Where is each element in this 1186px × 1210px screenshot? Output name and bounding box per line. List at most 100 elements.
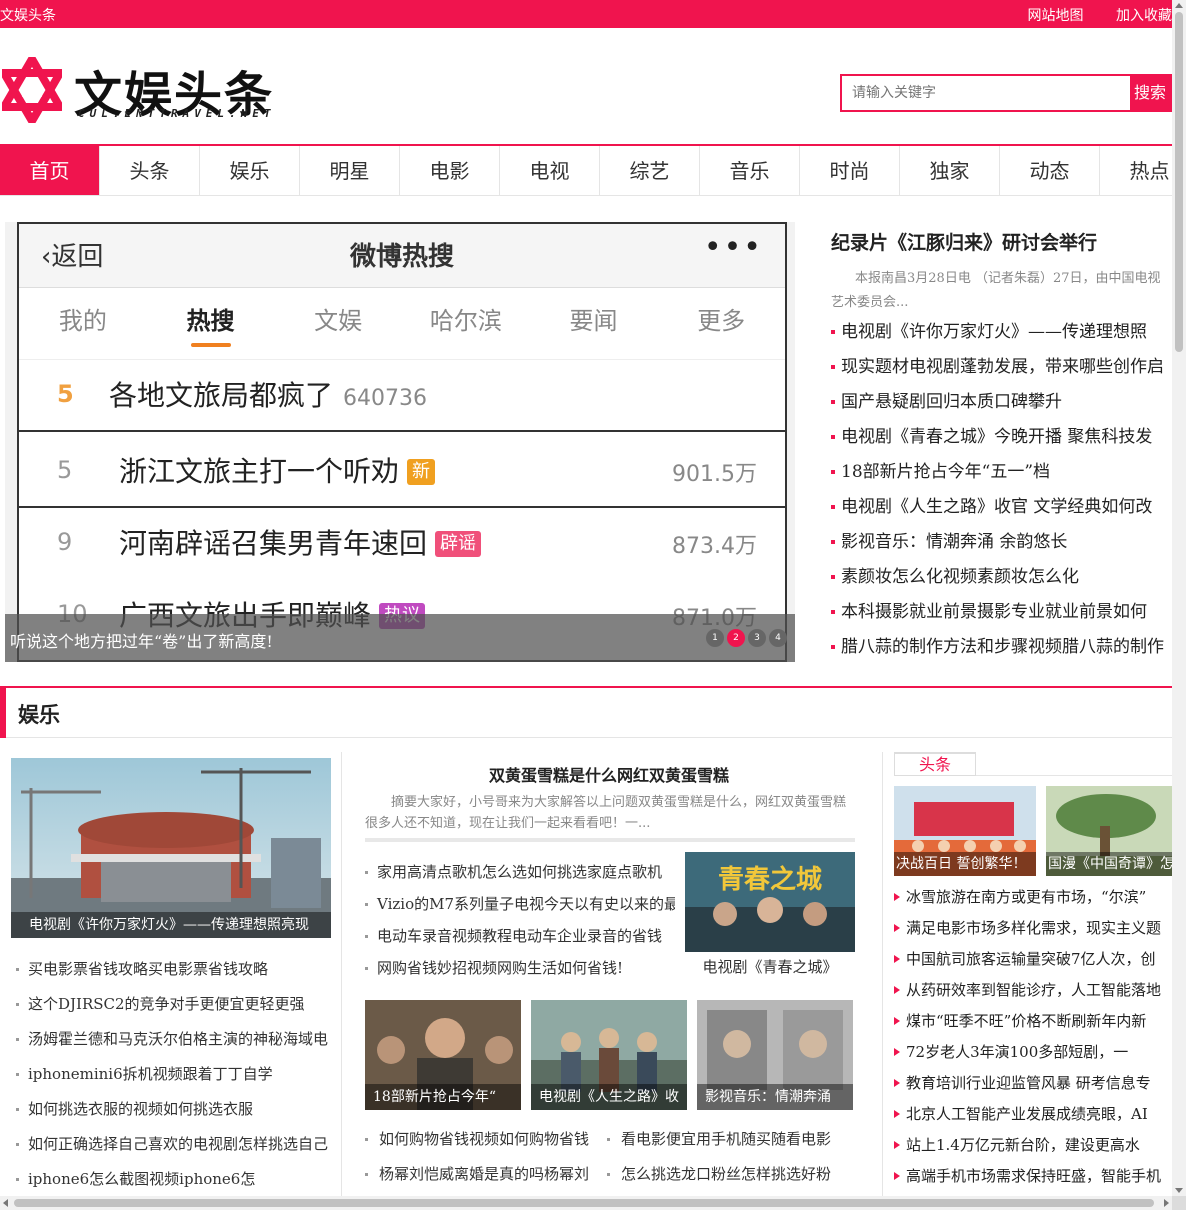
headline-picture[interactable]: 决战百日 誓创繁华！: [894, 786, 1036, 876]
article-pair-row: 杨幂刘恺威离婚是真的吗杨幂刘 怎么挑选龙口粉丝怎样挑选好粉: [365, 1159, 865, 1194]
nav-item-exclusive[interactable]: 独家: [900, 146, 1000, 195]
nav-item-tv[interactable]: 电视: [500, 146, 600, 195]
main-nav: 首页 头条 娱乐 明星 电影 电视 综艺 音乐 时尚 独家 动态 热点: [0, 144, 1172, 196]
list-item[interactable]: 北京人工智能产业发展成绩亮眼，AI: [894, 1099, 1170, 1130]
section-column-left: 电视剧《许你万家灯火》——传递理想照亮现 买电影票省钱攻略买电影票省钱攻略 这个…: [4, 752, 342, 1198]
featured-image[interactable]: 电视剧《许你万家灯火》——传递理想照亮现: [11, 758, 331, 938]
slider-dot-active[interactable]: 2: [727, 629, 745, 647]
list-item[interactable]: 从药研效率到智能诊疗，人工智能落地: [894, 975, 1170, 1006]
hot-rank: 5: [57, 456, 73, 484]
list-item[interactable]: 站上1.4万亿元新台阶，建设更高水: [894, 1130, 1170, 1161]
new-tag: 新: [407, 459, 436, 485]
slider-dot[interactable]: 4: [769, 629, 787, 647]
article-list: 家用高清点歌机怎么选如何挑选家庭点歌机 Vizio的M7系列量子电视今天以有史以…: [365, 856, 675, 984]
phone-tab: 文娱: [314, 307, 363, 335]
slider-dot[interactable]: 3: [748, 629, 766, 647]
article-pairs: 如何购物省钱视频如何购物省钱 看电影便宜用手机随买随看电影 杨幂刘恺威离婚是真的…: [365, 1124, 865, 1194]
list-item[interactable]: 现实题材电视剧蓬勃发展，带来哪些创作启: [831, 353, 1172, 388]
thumbnail-caption: 18部新片抢占今年“: [365, 1084, 521, 1110]
phone-tab-active: 热搜: [147, 288, 275, 359]
horizontal-scrollbar[interactable]: [0, 1196, 1172, 1210]
list-item[interactable]: 国产悬疑剧回归本质口碑攀升: [831, 388, 1172, 423]
top-bar: 文娱头条 网站地图 加入收藏: [0, 0, 1172, 28]
top-site-name[interactable]: 文娱头条: [0, 5, 56, 25]
list-item[interactable]: 家用高清点歌机怎么选如何挑选家庭点歌机: [365, 856, 675, 888]
list-item[interactable]: 18部新片抢占今年“五一”档: [831, 458, 1172, 493]
scroll-down-arrow-icon[interactable]: [1175, 1188, 1183, 1193]
add-favorite-link[interactable]: 加入收藏: [1116, 8, 1172, 24]
list-item[interactable]: 买电影票省钱攻略买电影票省钱攻略: [16, 954, 336, 989]
nav-item-stars[interactable]: 明星: [300, 146, 400, 195]
nav-item-movies[interactable]: 电影: [400, 146, 500, 195]
scroll-up-arrow-icon[interactable]: [1175, 3, 1183, 8]
list-item[interactable]: 满足电影市场多样化需求，现实主义题: [894, 913, 1170, 944]
list-item[interactable]: 杨幂刘恺威离婚是真的吗杨幂刘: [365, 1159, 589, 1189]
list-item[interactable]: 看电影便宜用手机随买随看电影: [607, 1124, 831, 1154]
nav-item-news[interactable]: 动态: [1000, 146, 1100, 195]
section-header: 娱乐: [0, 686, 1172, 738]
drama-poster-image[interactable]: 青春之城: [685, 852, 855, 952]
list-item[interactable]: 影视音乐：情潮奔涌 余韵悠长: [831, 528, 1172, 563]
list-item[interactable]: 教育培训行业迎监管风暴 研考信息专: [894, 1068, 1170, 1099]
list-item[interactable]: 这个DJIRSC2的竞争对手更便宜更轻更强: [16, 989, 336, 1024]
list-item[interactable]: 腊八蒜的制作方法和步骤视频腊八蒜的制作: [831, 633, 1172, 668]
list-item[interactable]: 怎么挑选龙口粉丝怎样挑选好粉: [607, 1159, 831, 1189]
list-item[interactable]: 72岁老人3年演100多部短剧，一: [894, 1037, 1170, 1068]
headline-list: 电视剧《许你万家灯火》——传递理想照 现实题材电视剧蓬勃发展，带来哪些创作启 国…: [831, 318, 1172, 668]
logo-subtext: CUL.ENTTRAVEL.NET: [78, 107, 276, 120]
headline-title[interactable]: 纪录片《江豚归来》研讨会举行: [831, 228, 1172, 255]
thumbnail[interactable]: 18部新片抢占今年“: [365, 1000, 521, 1110]
list-item[interactable]: Vizio的M7系列量子电视今天以有史以来的最: [365, 888, 675, 920]
section-title[interactable]: 娱乐: [18, 699, 60, 729]
hero-caption[interactable]: 听说这个地方把过年“卷”出了新高度!: [10, 628, 273, 652]
nav-item-variety[interactable]: 综艺: [600, 146, 700, 195]
phone-header: ‹返回 微博热搜 •••: [19, 224, 785, 288]
nav-item-headlines[interactable]: 头条: [100, 146, 200, 195]
hero-caption-bar: 听说这个地方把过年“卷”出了新高度! 1 2 3 4: [5, 614, 795, 662]
vertical-scrollbar[interactable]: [1172, 0, 1186, 1196]
scroll-right-arrow-icon[interactable]: [1164, 1199, 1169, 1207]
headline-picture[interactable]: 国漫《中国奇谭》怎: [1046, 786, 1172, 876]
list-item[interactable]: 电视剧《青春之城》今晚开播 聚焦科技发: [831, 423, 1172, 458]
phone-tab: 要闻: [569, 307, 618, 335]
list-item[interactable]: 素颜妆怎么化视频素颜妆怎么化: [831, 563, 1172, 598]
list-item[interactable]: 中国航司旅客运输量突破7亿人次，创: [894, 944, 1170, 975]
thumbnail[interactable]: 影视音乐：情潮奔涌: [697, 1000, 853, 1110]
thumbnail[interactable]: 电视剧《人生之路》收: [531, 1000, 687, 1110]
list-item[interactable]: 汤姆霍兰德和马克沃尔伯格主演的神秘海域电: [16, 1024, 336, 1059]
search-input[interactable]: [842, 76, 1132, 110]
sitemap-link[interactable]: 网站地图: [1028, 8, 1084, 24]
nav-item-fashion[interactable]: 时尚: [800, 146, 900, 195]
search-button[interactable]: 搜索: [1130, 76, 1170, 110]
site-logo[interactable]: 文娱头条 CUL.ENTTRAVEL.NET: [2, 55, 302, 125]
scroll-left-arrow-icon[interactable]: [3, 1199, 8, 1207]
tab-headlines[interactable]: 头条: [894, 752, 976, 776]
slider-dot[interactable]: 1: [706, 629, 724, 647]
hot-row: 9 河南辟谣召集男青年速回 辟谣 873.4万: [19, 508, 785, 580]
list-item[interactable]: 如何购物省钱视频如何购物省钱: [365, 1124, 589, 1154]
phone-title: 微博热搜: [349, 242, 454, 272]
phone-tabs: 我的 热搜 文娱 哈尔滨 要闻 更多: [19, 288, 785, 360]
list-item[interactable]: 电动车录音视频教程电动车企业录音的省钱: [365, 920, 675, 952]
list-item[interactable]: 电视剧《许你万家灯火》——传递理想照: [831, 318, 1172, 353]
list-item[interactable]: 网购省钱妙招视频网购生活如何省钱!: [365, 952, 675, 984]
horizontal-scroll-thumb[interactable]: [14, 1199, 1154, 1207]
list-item[interactable]: iphone6怎么截图视频iphone6怎: [16, 1164, 336, 1199]
list-item[interactable]: 本科摄影就业前景摄影专业就业前景如何: [831, 598, 1172, 633]
list-item[interactable]: 如何正确选择自己喜欢的电视剧怎样挑选自己: [16, 1129, 336, 1164]
list-item[interactable]: 电视剧《人生之路》收官 文学经典如何改: [831, 493, 1172, 528]
list-item[interactable]: 煤市“旺季不旺”价格不断刷新年内新: [894, 1006, 1170, 1037]
list-item[interactable]: 冰雪旅游在南方或更有市场，“尔滨”: [894, 882, 1170, 913]
hero-slider[interactable]: ‹返回 微博热搜 ••• 我的 热搜 文娱 哈尔滨 要闻 更多 5 各地文旅局都…: [5, 222, 795, 662]
list-item[interactable]: iphonemini6拆机视频跟着丁丁自学: [16, 1059, 336, 1094]
nav-item-home[interactable]: 首页: [0, 146, 100, 195]
nav-item-music[interactable]: 音乐: [700, 146, 800, 195]
list-item[interactable]: 如何挑选衣服的视频如何挑选衣服: [16, 1094, 336, 1129]
hot-row: 5 各地文旅局都疯了 640736: [19, 360, 785, 432]
vertical-scroll-thumb[interactable]: [1175, 12, 1183, 352]
featured-article-title[interactable]: 双黄蛋雪糕是什么网红双黄蛋雪糕: [343, 762, 875, 786]
thumbnail-row: 18部新片抢占今年“ 电视剧《人生之路》收 影视音乐：情潮奔涌: [365, 1000, 855, 1110]
list-item[interactable]: 高端手机市场需求保持旺盛，智能手机: [894, 1161, 1170, 1192]
nav-item-entertainment[interactable]: 娱乐: [200, 146, 300, 195]
drama-poster-caption[interactable]: 电视剧《青春之城》: [685, 956, 855, 977]
